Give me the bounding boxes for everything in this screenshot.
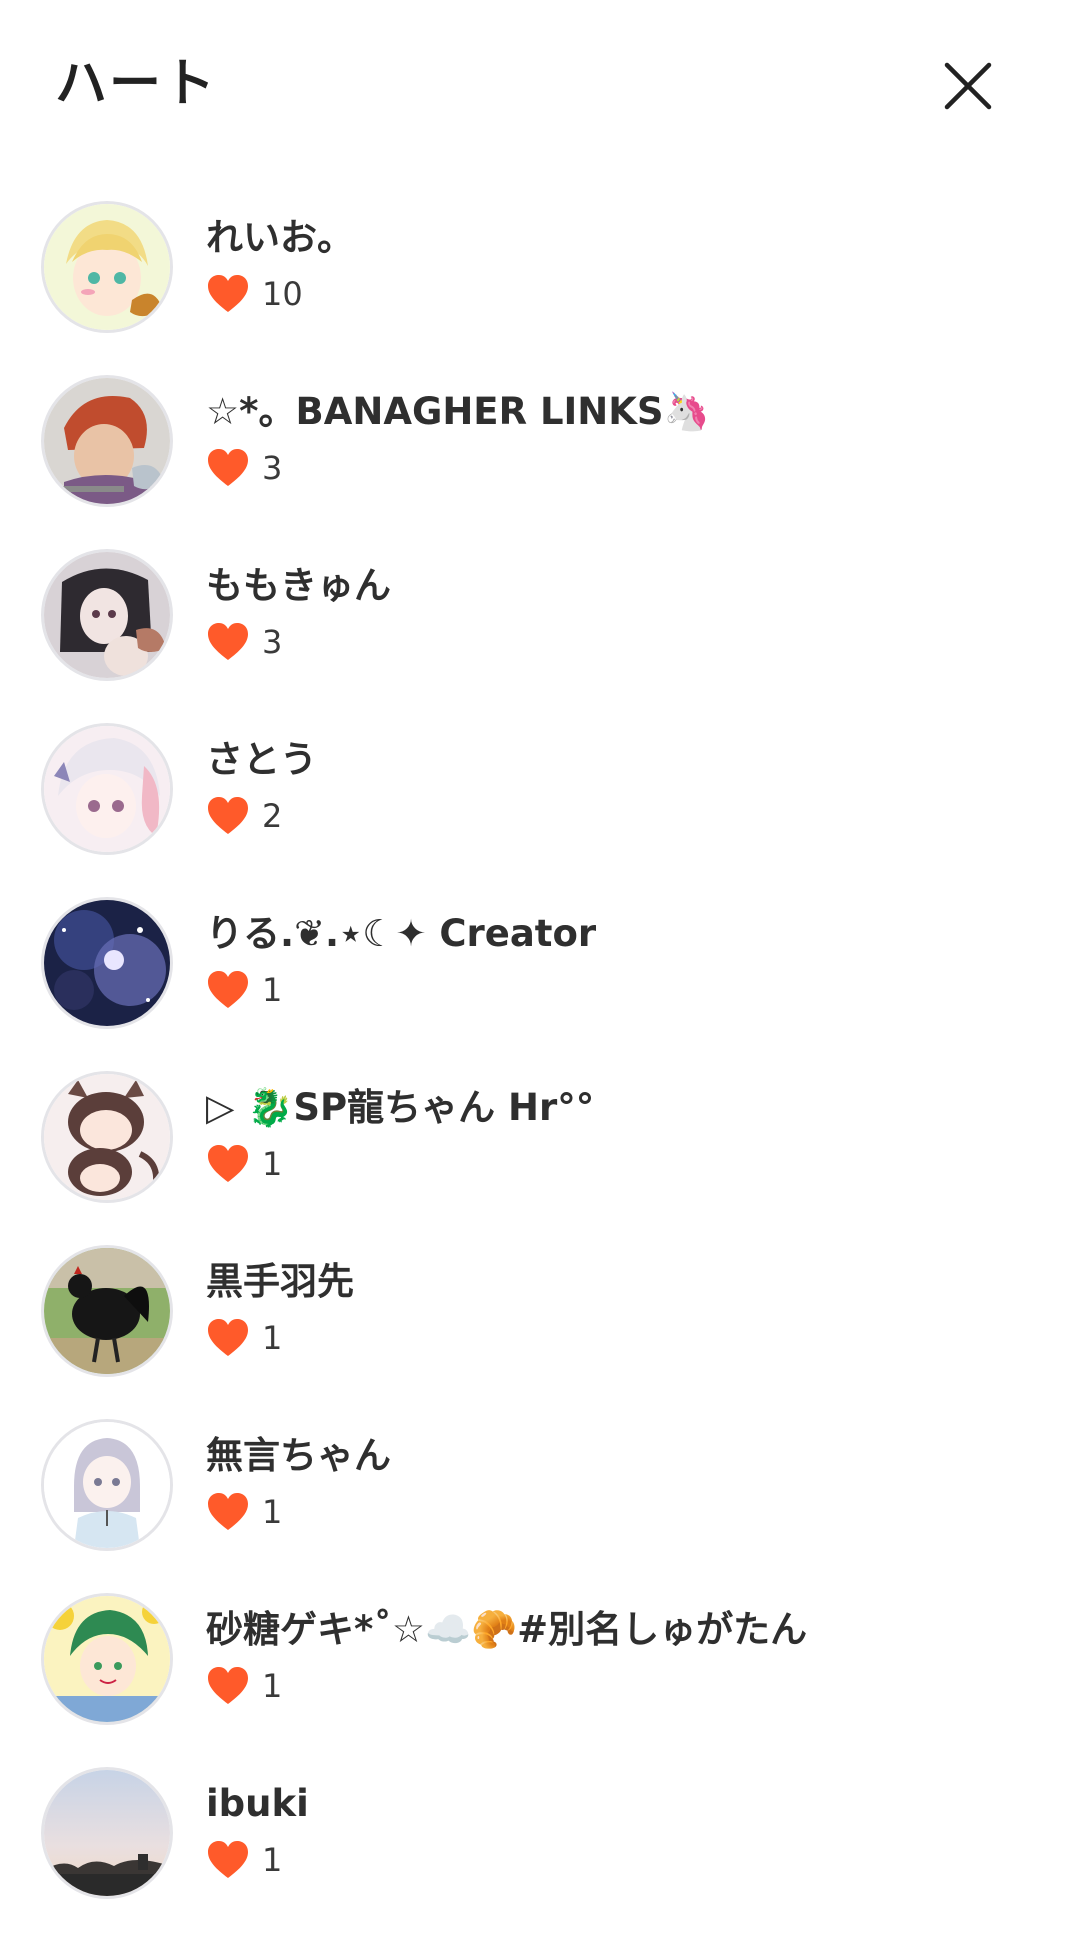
heart-icon [208, 971, 248, 1008]
avatar[interactable] [44, 1596, 170, 1722]
heart-count-value: 2 [262, 797, 283, 835]
close-icon [944, 62, 992, 110]
avatar[interactable] [44, 900, 170, 1026]
heart-count: 1 [206, 1662, 282, 1710]
heart-count: 10 [206, 270, 303, 318]
heart-count-value: 1 [262, 1319, 283, 1357]
liker-name: 黒手羽先 [206, 1260, 354, 1303]
heart-count-value: 10 [262, 275, 303, 313]
liker-row[interactable]: ibuki 1 [0, 1766, 1066, 1940]
liker-row[interactable]: 黒手羽先 1 [0, 1244, 1066, 1418]
heart-count: 1 [206, 966, 282, 1014]
avatar[interactable] [44, 204, 170, 330]
liker-name: さとう [206, 738, 317, 781]
heart-icon [208, 1145, 248, 1182]
heart-count: 2 [206, 792, 282, 840]
avatar[interactable] [44, 726, 170, 852]
heart-count: 3 [206, 444, 282, 492]
liker-row[interactable]: ☆*。BANAGHER LINKS🦄 3 [0, 374, 1066, 548]
heart-icon [208, 623, 248, 660]
avatar[interactable] [44, 552, 170, 678]
heart-icon [208, 449, 248, 486]
heart-count-value: 3 [262, 449, 283, 487]
liker-row[interactable]: ももきゅん 3 [0, 548, 1066, 722]
heart-count-value: 3 [262, 623, 283, 661]
liker-name: 砂糖ゲキ*˚☆☁️🥐#別名しゅがたん [206, 1608, 808, 1651]
liker-name: ももきゅん [206, 564, 391, 607]
heart-icon [208, 797, 248, 834]
heart-icon [208, 1841, 248, 1878]
liker-row[interactable]: れいお。 10 [0, 200, 1066, 374]
avatar[interactable] [44, 1422, 170, 1548]
liker-name: 無言ちゃん [206, 1434, 391, 1477]
hearts-sheet: ハート れいお。 10 ☆*。BANAGHER LINKS🦄 3 ももきゅん 3… [0, 0, 1066, 1920]
liker-row[interactable]: りる.❦.⋆☾✦ Creator 1 [0, 896, 1066, 1070]
liker-name: ▷ 🐉SP龍ちゃん Hr°° [206, 1086, 595, 1129]
liker-row[interactable]: 砂糖ゲキ*˚☆☁️🥐#別名しゅがたん 1 [0, 1592, 1066, 1766]
liker-row[interactable]: ▷ 🐉SP龍ちゃん Hr°° 1 [0, 1070, 1066, 1244]
heart-count: 3 [206, 618, 282, 666]
heart-count: 1 [206, 1836, 282, 1884]
heart-icon [208, 1319, 248, 1356]
avatar[interactable] [44, 1770, 170, 1896]
heart-count-value: 1 [262, 1493, 283, 1531]
heart-count-value: 1 [262, 1667, 283, 1705]
heart-count: 1 [206, 1314, 282, 1362]
liker-name: りる.❦.⋆☾✦ Creator [206, 912, 597, 955]
heart-count-value: 1 [262, 971, 283, 1009]
liker-name: ☆*。BANAGHER LINKS🦄 [206, 390, 710, 433]
close-button[interactable] [930, 48, 1006, 124]
liker-row[interactable]: 無言ちゃん 1 [0, 1418, 1066, 1592]
heart-count: 1 [206, 1488, 282, 1536]
heart-icon [208, 1493, 248, 1530]
avatar[interactable] [44, 378, 170, 504]
liker-name: れいお。 [206, 216, 354, 259]
heart-count-value: 1 [262, 1841, 283, 1879]
heart-icon [208, 1667, 248, 1704]
sheet-header: ハート [0, 0, 1066, 170]
liker-row[interactable]: さとう 2 [0, 722, 1066, 896]
sheet-title: ハート [55, 54, 218, 114]
liker-name: ibuki [206, 1782, 309, 1825]
heart-icon [208, 275, 248, 312]
heart-count-value: 1 [262, 1145, 283, 1183]
avatar[interactable] [44, 1074, 170, 1200]
heart-count: 1 [206, 1140, 282, 1188]
avatar[interactable] [44, 1248, 170, 1374]
